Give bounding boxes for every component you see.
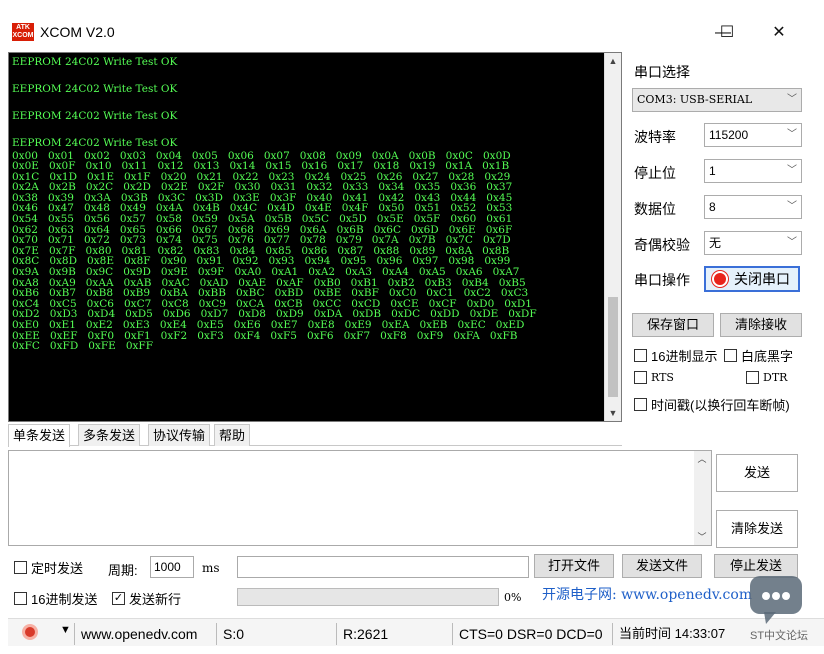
tab-help[interactable]: 帮助 bbox=[214, 424, 251, 446]
status-url[interactable]: www.openedv.com bbox=[74, 623, 197, 645]
parity-label: 奇偶校验 bbox=[634, 237, 690, 253]
window-title: XCOM V2.0 bbox=[40, 24, 115, 40]
checkbox-icon bbox=[14, 592, 27, 605]
close-port-label: 关闭串口 bbox=[734, 271, 790, 287]
white-background-label: 白底黑字 bbox=[741, 349, 794, 364]
title-bar: ATK XCOM XCOM V2.0 — ☐ ✕ bbox=[0, 0, 824, 48]
app-logo: ATK XCOM bbox=[12, 23, 34, 41]
timestamp-checkbox[interactable]: 时间戳(以换行回车断帧) bbox=[634, 395, 790, 414]
tab-multi-send[interactable]: 多条发送 bbox=[78, 424, 141, 446]
data-bits-value: 8 bbox=[709, 200, 716, 214]
port-operation-label: 串口操作 bbox=[634, 272, 690, 288]
parity-select[interactable]: 无 ﹀ bbox=[704, 231, 802, 255]
scroll-up-icon[interactable]: ︿ bbox=[694, 451, 710, 467]
tab-single-send[interactable]: 单条发送 bbox=[8, 424, 71, 447]
baud-label: 波特率 bbox=[634, 129, 676, 145]
close-button[interactable]: ✕ bbox=[756, 18, 802, 48]
period-input[interactable]: 1000 bbox=[150, 556, 194, 578]
hex-display-checkbox[interactable]: 16进制显示 bbox=[634, 346, 717, 365]
timed-send-checkbox[interactable]: 定时发送 bbox=[14, 558, 83, 577]
tab-protocol[interactable]: 协议传输 bbox=[148, 424, 211, 446]
receive-line: EEPROM 24C02 Write Test OK bbox=[12, 110, 178, 122]
checkbox-icon bbox=[14, 561, 27, 574]
data-bits-select[interactable]: 8 ﹀ bbox=[704, 195, 802, 219]
receive-line bbox=[12, 70, 602, 84]
open-file-button[interactable]: 打开文件 bbox=[534, 554, 614, 578]
white-background-checkbox[interactable]: 白底黑字 bbox=[724, 346, 793, 365]
period-unit: ms bbox=[202, 561, 220, 575]
parity-value: 无 bbox=[709, 236, 722, 250]
dropdown-arrow-icon[interactable]: ▼ bbox=[60, 624, 71, 636]
period-label: 周期: bbox=[108, 563, 138, 578]
scroll-down-icon[interactable]: ﹀ bbox=[694, 529, 710, 545]
receive-pane[interactable]: EEPROM 24C02 Write Test OK EEPROM 24C02 … bbox=[8, 52, 622, 422]
chat-bubble-icon bbox=[750, 576, 802, 624]
port-select[interactable]: COM3: USB-SERIAL ﹀ bbox=[632, 88, 802, 112]
chevron-down-icon: ﹀ bbox=[787, 237, 797, 248]
checkbox-icon bbox=[634, 398, 647, 411]
send-progress-percent: 0% bbox=[504, 591, 522, 604]
port-status-icon bbox=[712, 271, 728, 287]
checkbox-icon bbox=[634, 349, 647, 362]
scroll-thumb[interactable] bbox=[608, 297, 618, 397]
data-bits-label: 数据位 bbox=[634, 201, 676, 217]
checkbox-icon bbox=[724, 349, 737, 362]
clear-send-button[interactable]: 清除发送 bbox=[716, 510, 798, 548]
status-received-count: R:2621 bbox=[336, 623, 454, 645]
chevron-down-icon: ﹀ bbox=[787, 94, 797, 105]
timed-send-label: 定时发送 bbox=[31, 561, 84, 576]
receive-line: 0xFC 0xFD 0xFE 0xFF bbox=[12, 340, 153, 353]
port-select-label: 串口选择 bbox=[634, 64, 690, 80]
hex-send-label: 16进制发送 bbox=[31, 592, 98, 607]
receive-text: EEPROM 24C02 Write Test OK EEPROM 24C02 … bbox=[12, 56, 602, 352]
baud-value: 115200 bbox=[709, 128, 749, 142]
status-lines: CTS=0 DSR=0 DCD=0 bbox=[452, 623, 610, 645]
rts-label: RTS bbox=[651, 371, 674, 384]
clear-receive-button[interactable]: 清除接收 bbox=[720, 313, 802, 337]
send-file-button[interactable]: 发送文件 bbox=[622, 554, 702, 578]
status-bar: ▼ www.openedv.com S:0 R:2621 CTS=0 DSR=0… bbox=[8, 618, 824, 646]
check-icon: ✓ bbox=[112, 592, 125, 605]
dtr-label: DTR bbox=[763, 371, 788, 384]
send-button[interactable]: 发送 bbox=[716, 454, 798, 492]
timestamp-label: 时间戳(以换行回车断帧) bbox=[651, 398, 790, 413]
dtr-checkbox[interactable]: DTR bbox=[746, 371, 787, 384]
send-newline-label: 发送新行 bbox=[129, 592, 182, 607]
close-port-button[interactable]: 关闭串口 bbox=[704, 266, 800, 292]
stop-bits-label: 停止位 bbox=[634, 165, 676, 181]
promo-link[interactable]: 开源电子网: www.openedv.com bbox=[542, 584, 752, 604]
chevron-down-icon: ﹀ bbox=[787, 129, 797, 140]
stop-bits-select[interactable]: 1 ﹀ bbox=[704, 159, 802, 183]
send-input[interactable]: ︿ ﹀ bbox=[8, 450, 712, 546]
hex-send-checkbox[interactable]: 16进制发送 bbox=[14, 589, 97, 608]
stop-bits-value: 1 bbox=[709, 164, 716, 178]
scroll-up-icon[interactable]: ▲ bbox=[605, 53, 621, 69]
status-time: 当前时间 14:33:07 bbox=[612, 623, 752, 645]
receive-line: EEPROM 24C02 Write Test OK bbox=[12, 56, 178, 68]
receive-line: 0xE0 0xE1 0xE2 0xE3 0xE4 0xE5 0xE6 0xE7 … bbox=[12, 319, 525, 331]
send-scrollbar[interactable]: ︿ ﹀ bbox=[694, 451, 711, 545]
checkbox-icon bbox=[746, 371, 759, 384]
receive-scrollbar[interactable]: ▲ ▼ bbox=[604, 53, 621, 421]
record-icon[interactable] bbox=[22, 624, 38, 640]
chevron-down-icon: ﹀ bbox=[787, 201, 797, 212]
send-progress-bar bbox=[237, 588, 499, 606]
rts-checkbox[interactable]: RTS bbox=[634, 371, 674, 384]
maximize-button[interactable]: ☐ bbox=[704, 18, 750, 48]
receive-line: EEPROM 24C02 Write Test OK bbox=[12, 83, 178, 95]
chevron-down-icon: ﹀ bbox=[787, 165, 797, 176]
save-window-button[interactable]: 保存窗口 bbox=[632, 313, 714, 337]
hex-display-label: 16进制显示 bbox=[651, 349, 718, 364]
receive-line bbox=[12, 97, 602, 111]
baud-select[interactable]: 115200 ﹀ bbox=[704, 123, 802, 147]
port-select-value: COM3: USB-SERIAL bbox=[637, 93, 753, 106]
scroll-down-icon[interactable]: ▼ bbox=[605, 405, 621, 421]
receive-line: EEPROM 24C02 Write Test OK bbox=[12, 137, 178, 149]
receive-line bbox=[12, 124, 602, 138]
send-newline-checkbox[interactable]: ✓ 发送新行 bbox=[112, 589, 181, 608]
checkbox-icon bbox=[634, 371, 647, 384]
send-tabs: 单条发送 多条发送 协议传输 帮助 bbox=[8, 424, 622, 447]
status-sent-count: S:0 bbox=[216, 623, 326, 645]
send-file-path-input[interactable] bbox=[237, 556, 529, 578]
